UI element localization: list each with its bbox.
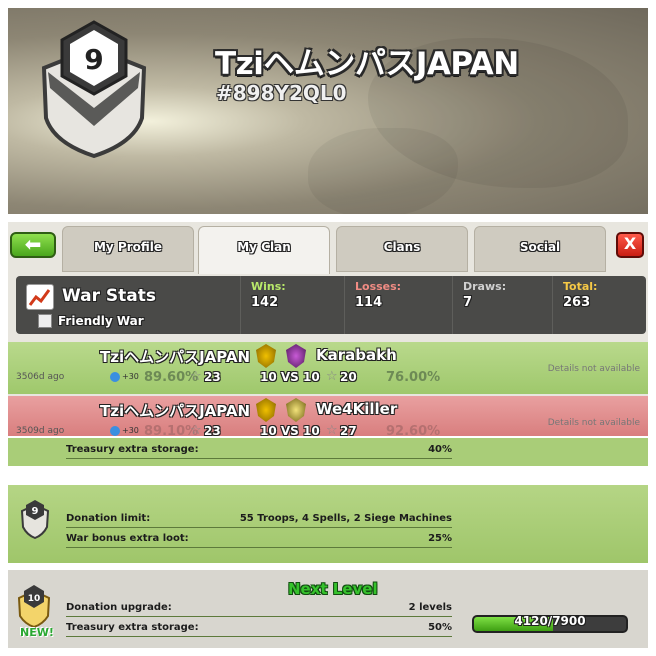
tab-my-profile[interactable]: My Profile — [62, 226, 194, 272]
wins-stat: Wins: 142 — [240, 276, 344, 334]
war-log-row[interactable]: 3509d ago TziヘムンパスJAPAN We4Killer +30 89… — [8, 396, 648, 436]
losses-label: Losses: — [355, 280, 402, 293]
war-exp: +30 — [122, 426, 139, 435]
losses-stat: Losses: 114 — [344, 276, 448, 334]
total-label: Total: — [563, 280, 598, 293]
war-size: 10 VS 10 — [260, 424, 320, 436]
perk-divider — [66, 527, 452, 528]
war-opponent-name: Karabakh — [316, 346, 397, 364]
new-badge: NEW! — [20, 626, 54, 639]
war-time-ago: 3509d ago — [16, 426, 65, 436]
perk-value: 55 Troops, 4 Spells, 2 Siege Machines — [239, 513, 452, 524]
war-opponent-name: We4Killer — [316, 400, 398, 418]
chart-icon — [26, 284, 54, 310]
friendly-war-checkbox[interactable] — [38, 314, 52, 328]
perk-divider — [66, 458, 452, 459]
war-details-note: Details not available — [547, 418, 640, 428]
total-value: 263 — [563, 295, 591, 310]
exp-gem-icon — [110, 426, 120, 436]
clan-name: TziヘムンパスJAPAN — [215, 46, 519, 82]
perk-label: Treasury extra storage: — [66, 622, 199, 633]
war-log-row[interactable]: 3506d ago TziヘムンパスJAPAN Karabakh +30 89.… — [8, 342, 648, 394]
draws-value: 7 — [463, 295, 473, 310]
back-button[interactable]: ⬅ — [10, 232, 56, 258]
perk-row-next: 10 Next Level Donation upgrade: 2 levels… — [8, 570, 648, 648]
wins-value: 142 — [251, 295, 279, 310]
star-icon: ☆ — [326, 423, 338, 436]
perk-divider — [66, 636, 452, 637]
clan-tag: #898Y2QL0 — [216, 81, 347, 105]
star-icon: ☆ — [190, 423, 202, 436]
war-log-panel: ⬅ My Profile My Clan Clans Social X War … — [8, 222, 648, 436]
total-stat: Total: 263 — [552, 276, 646, 334]
next-level-title: Next Level — [288, 580, 378, 598]
perk-value: 50% — [428, 622, 452, 633]
arrow-left-icon: ⬅ — [24, 232, 42, 256]
war-exp: +30 — [122, 372, 139, 381]
clan-header-panel: 9 TziヘムンパスJAPAN #898Y2QL0 — [8, 8, 648, 214]
perk-row-current: 9 Donation limit: 55 Troops, 4 Spells, 2… — [8, 485, 648, 563]
perk-label: Donation upgrade: — [66, 602, 172, 613]
perk-divider — [66, 547, 452, 548]
clan-level-10-badge-icon: 10 — [17, 585, 51, 628]
clan-perks-panel: Treasury extra storage: 40% 9 Donation l… — [8, 438, 648, 648]
star-icon: ☆ — [326, 369, 338, 384]
next-level-number: 10 — [28, 594, 41, 604]
perk-divider — [66, 616, 452, 617]
exp-gem-icon — [110, 372, 120, 382]
current-level-number: 9 — [32, 506, 39, 517]
war-clan-name: TziヘムンパスJAPAN — [100, 402, 251, 420]
draws-stat: Draws: 7 — [452, 276, 552, 334]
tab-my-clan[interactable]: My Clan — [198, 226, 330, 274]
tab-clans[interactable]: Clans — [336, 226, 468, 272]
close-button[interactable]: X — [616, 232, 644, 258]
war-size: 10 VS 10 — [260, 370, 320, 384]
draws-label: Draws: — [463, 280, 507, 293]
perk-row-previous: Treasury extra storage: 40% — [8, 438, 648, 466]
perk-label: War bonus extra loot: — [66, 533, 189, 544]
war-opponent-stars: 27 — [340, 424, 357, 436]
opponent-war-badge-icon — [286, 344, 306, 368]
perk-value: 25% — [428, 533, 452, 544]
perk-label: Treasury extra storage: — [66, 444, 199, 455]
clan-level-9-badge-icon: 9 — [20, 500, 50, 539]
clan-xp-text: 4120/7900 — [514, 614, 586, 628]
perk-value: 40% — [428, 444, 452, 455]
war-time-ago: 3506d ago — [16, 372, 65, 382]
map-decoration — [308, 128, 458, 214]
war-clan-stars: 23 — [204, 424, 221, 436]
clan-war-badge-icon — [256, 344, 276, 368]
star-icon: ☆ — [190, 369, 202, 384]
wins-label: Wins: — [251, 280, 286, 293]
tab-social[interactable]: Social — [474, 226, 606, 272]
war-opponent-stars: 20 — [340, 370, 357, 384]
war-opponent-percent: 92.60% — [386, 424, 441, 436]
losses-value: 114 — [355, 295, 383, 310]
perk-value: 2 levels — [408, 602, 452, 613]
clan-badge-icon: 9 — [41, 20, 147, 158]
perk-label: Donation limit: — [66, 513, 151, 524]
war-clan-stars: 23 — [204, 370, 221, 384]
war-details-note: Details not available — [547, 364, 640, 374]
clan-level-number: 9 — [84, 43, 103, 76]
war-opponent-percent: 76.00% — [386, 370, 441, 385]
war-clan-name: TziヘムンパスJAPAN — [100, 348, 251, 366]
war-stats-title: War Stats — [62, 286, 157, 306]
war-stats-bar: War Stats Friendly War Wins: 142 Losses:… — [16, 276, 646, 334]
clan-war-badge-icon — [256, 398, 276, 422]
friendly-war-label: Friendly War — [58, 314, 144, 328]
opponent-war-badge-icon — [286, 398, 306, 422]
